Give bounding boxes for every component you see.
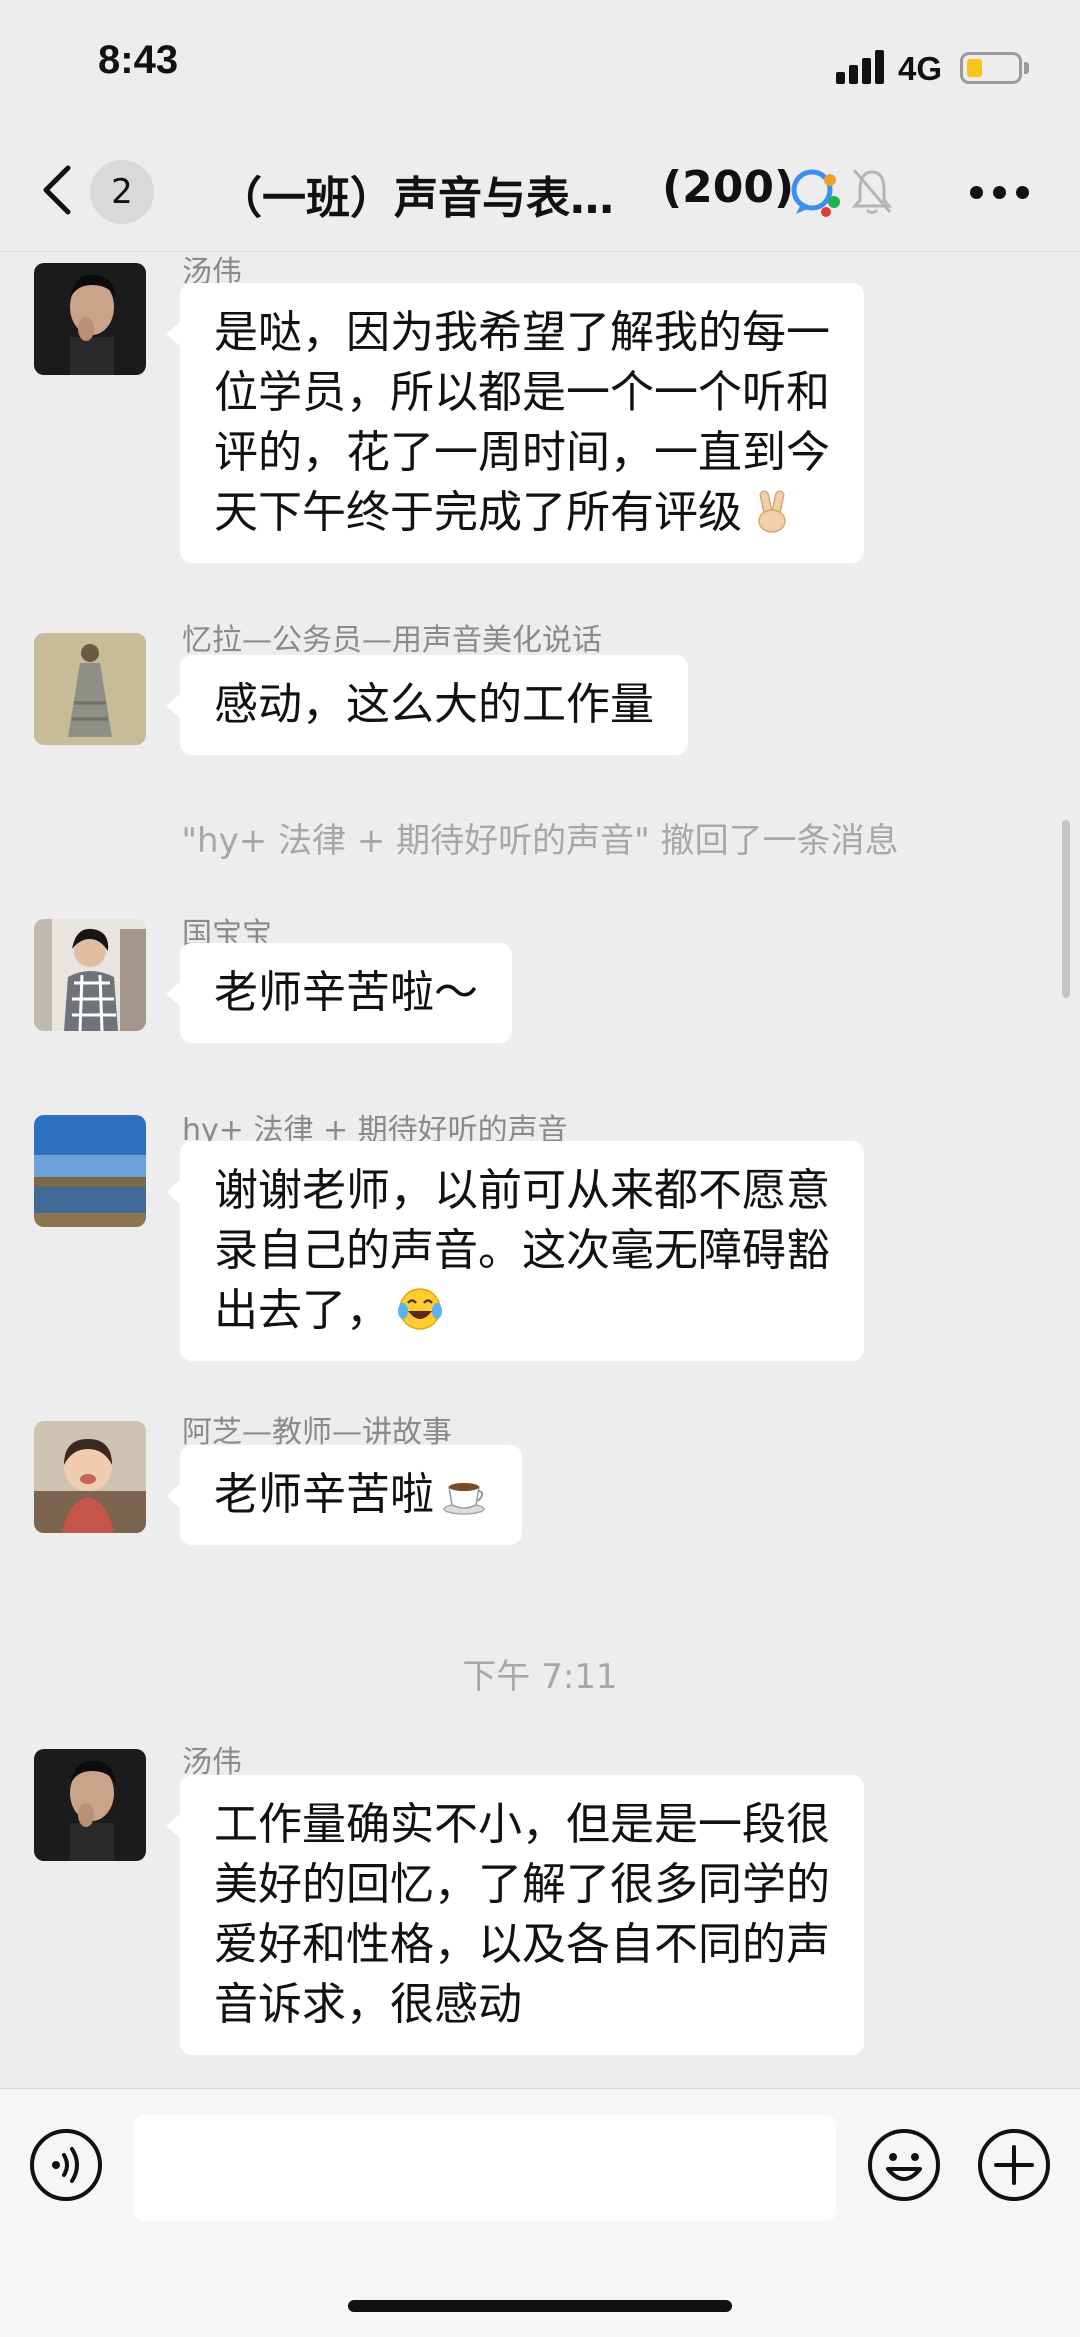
- battery-icon: [960, 52, 1022, 84]
- recall-notice: "hy+ 法律 + 期待好听的声音" 撤回了一条消息: [181, 821, 899, 861]
- chat-title[interactable]: （一班）声音与表…: [218, 162, 614, 226]
- scrollbar[interactable]: [1062, 820, 1070, 998]
- plus-circle-icon[interactable]: [976, 2127, 1052, 2203]
- avatar[interactable]: [34, 263, 146, 375]
- group-chat-icon: [791, 169, 840, 217]
- signal-icon: [836, 50, 888, 84]
- message-text-line: 工作量确实不小，但是是一段很: [214, 1799, 830, 1850]
- message-list[interactable]: 汤伟 是哒，因为我希望了解我的每一 位学员，所以都是一个一个听和 评的，花了一周…: [0, 253, 1080, 2088]
- network-label: 4G: [898, 50, 943, 87]
- tears-of-joy-emoji: [398, 1288, 442, 1330]
- time-divider: 下午 7:11: [462, 1657, 618, 1697]
- chevron-left-icon[interactable]: [38, 160, 78, 220]
- more-dots-icon[interactable]: [970, 186, 1030, 202]
- dress-photo-image: [34, 633, 146, 745]
- sender-name: 忆拉—公务员—用声音美化说话: [182, 623, 602, 658]
- voice-icon[interactable]: [28, 2127, 104, 2203]
- message-bubble[interactable]: 感动，这么大的工作量: [166, 655, 688, 755]
- member-count[interactable]: (200): [662, 162, 794, 213]
- avatar[interactable]: [34, 1421, 146, 1533]
- man-portrait-image: [34, 1749, 146, 1861]
- message-text-line: 感动，这么大的工作量: [214, 679, 654, 730]
- woman-plaid-image: [34, 919, 146, 1031]
- home-indicator[interactable]: [348, 2300, 732, 2312]
- message-text-line: 音诉求，很感动: [214, 1979, 522, 2030]
- message-text-line: 老师辛苦啦～: [214, 967, 478, 1018]
- man-portrait-image: [34, 263, 146, 375]
- message-text-line: 老师辛苦啦: [214, 1469, 434, 1520]
- message-text-line: 谢谢老师，以前可从来都不愿意: [214, 1165, 830, 1216]
- message-bubble[interactable]: 老师辛苦啦～: [166, 943, 512, 1043]
- message-text-line: 评的，花了一周时间，一直到今: [214, 427, 830, 478]
- status-bar: 8:43 4G: [0, 0, 1080, 130]
- lake-landscape-image: [34, 1115, 146, 1227]
- message-text-line: 是哒，因为我希望了解我的每一: [214, 307, 830, 358]
- emoji-face-icon[interactable]: [866, 2127, 942, 2203]
- message-bubble[interactable]: 谢谢老师，以前可从来都不愿意 录自己的声音。这次毫无障碍豁 出去了，: [166, 1141, 864, 1361]
- chat-header: 2 （一班）声音与表… (200): [0, 130, 1080, 252]
- battery-level: [967, 59, 982, 77]
- child-photo-image: [34, 1421, 146, 1533]
- message-bubble[interactable]: 是哒，因为我希望了解我的每一 位学员，所以都是一个一个听和 评的，花了一周时间，…: [166, 283, 864, 563]
- unread-count-badge[interactable]: 2: [90, 160, 154, 224]
- victory-hand-emoji: [758, 490, 786, 533]
- message-text-line: 爱好和性格，以及各自不同的声: [214, 1919, 830, 1970]
- avatar[interactable]: [34, 1749, 146, 1861]
- bell-muted-icon: [851, 169, 893, 214]
- message-text-line: 位学员，所以都是一个一个听和: [214, 367, 830, 418]
- avatar[interactable]: [34, 1115, 146, 1227]
- status-time: 8:43: [98, 38, 179, 82]
- message-text-line: 美好的回忆，了解了很多同学的: [214, 1859, 830, 1910]
- message-input[interactable]: [134, 2115, 836, 2221]
- coffee-emoji: [443, 1483, 485, 1515]
- avatar[interactable]: [34, 633, 146, 745]
- battery-cap: [1024, 62, 1029, 74]
- message-text-line: 录自己的声音。这次毫无障碍豁: [214, 1225, 830, 1276]
- avatar[interactable]: [34, 919, 146, 1031]
- message-bubble[interactable]: 老师辛苦啦: [166, 1445, 522, 1545]
- message-text-line: 出去了，: [214, 1285, 390, 1336]
- message-text-line: 天下午终于完成了所有评级: [214, 487, 742, 538]
- message-bubble[interactable]: 工作量确实不小，但是是一段很 美好的回忆，了解了很多同学的 爱好和性格，以及各自…: [166, 1775, 864, 2055]
